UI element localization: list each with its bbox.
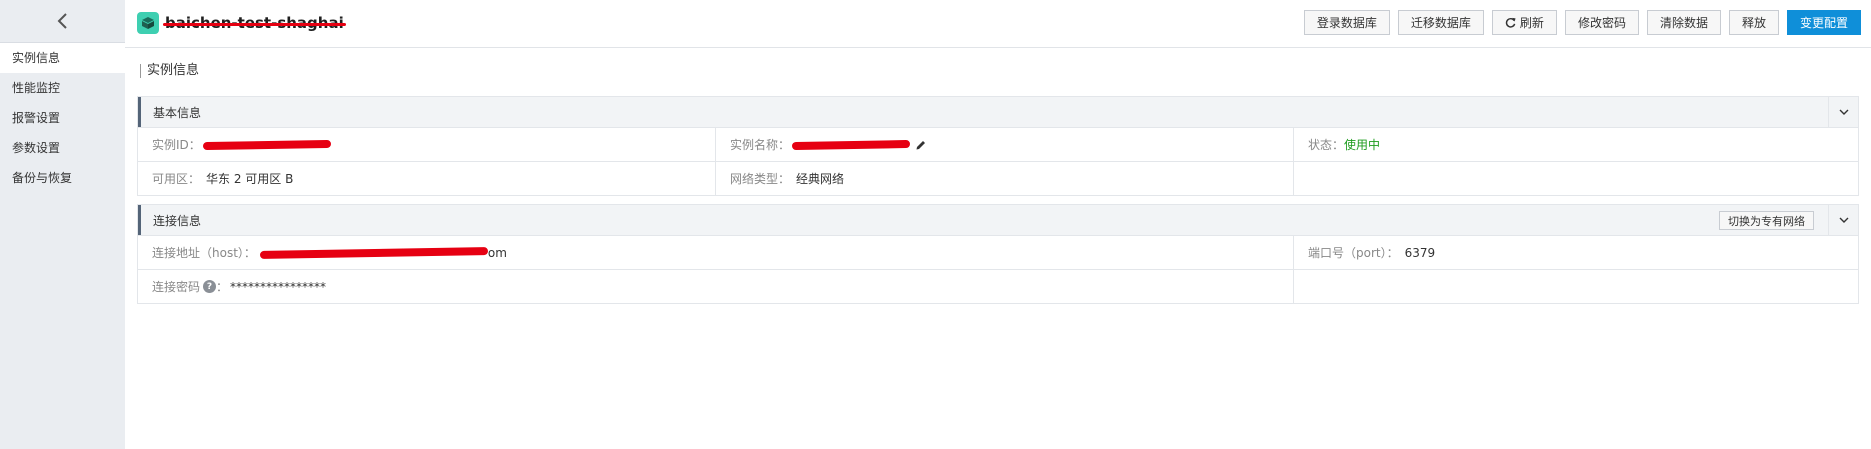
info-row: 可用区： 华东 2 可用区 B 网络类型： 经典网络: [138, 161, 1858, 195]
sidebar-item-instance-info[interactable]: 实例信息: [0, 43, 125, 73]
page-header: baichen-test-shaghai 登录数据库 迁移数据库 刷新 修改密码…: [125, 0, 1871, 48]
chevron-down-icon: [1839, 109, 1848, 115]
zone-cell: 可用区： 华东 2 可用区 B: [138, 162, 716, 195]
migrate-database-button[interactable]: 迁移数据库: [1397, 10, 1484, 35]
password-label: 连接密码: [152, 280, 201, 294]
password-value: ****************: [230, 279, 327, 294]
instance-name-cell: 实例名称：: [716, 128, 1294, 161]
redacted-instance-name: [791, 139, 911, 150]
edit-pencil-icon[interactable]: [915, 139, 927, 151]
port-cell: 端口号（port）： 6379: [1294, 236, 1858, 269]
basic-info-panel-header: 基本信息: [138, 97, 1858, 127]
network-type-cell: 网络类型： 经典网络: [716, 162, 1294, 195]
network-type-value: 经典网络: [796, 172, 845, 186]
connection-info-panel: 连接信息 切换为专有网络 连接地址（host）： om 端口号（port）： 6…: [137, 204, 1859, 304]
toolbar: 登录数据库 迁移数据库 刷新 修改密码 清除数据 释放 变更配置: [1296, 10, 1861, 35]
empty-cell: [1294, 270, 1858, 303]
clear-data-button[interactable]: 清除数据: [1646, 10, 1721, 35]
instance-title-group: baichen-test-shaghai: [137, 12, 346, 34]
panel-title: 基本信息: [153, 105, 202, 120]
sidebar: 实例信息 性能监控 报警设置 参数设置 备份与恢复: [0, 0, 125, 449]
switch-to-vpc-button[interactable]: 切换为专有网络: [1719, 211, 1814, 230]
host-suffix: om: [487, 245, 507, 260]
sidebar-item-alert-settings[interactable]: 报警设置: [0, 103, 125, 133]
change-password-button[interactable]: 修改密码: [1564, 10, 1639, 35]
refresh-button[interactable]: 刷新: [1491, 10, 1557, 35]
sidebar-item-performance-monitor[interactable]: 性能监控: [0, 73, 125, 103]
panel-title: 连接信息: [153, 213, 202, 228]
change-config-button[interactable]: 变更配置: [1786, 10, 1861, 35]
refresh-icon: [1505, 17, 1516, 28]
collapse-button[interactable]: [1828, 205, 1858, 235]
instance-name-label: 实例名称：: [730, 138, 791, 152]
password-colon: ：: [216, 280, 229, 294]
port-label: 端口号（port）：: [1308, 246, 1399, 260]
refresh-label: 刷新: [1519, 16, 1544, 30]
redacted-instance-id: [202, 139, 331, 150]
app-root: 实例信息 性能监控 报警设置 参数设置 备份与恢复 baichen-test-s…: [0, 0, 1871, 449]
empty-cell: [1294, 162, 1858, 195]
info-row: 连接密码 ? ： ****************: [138, 269, 1858, 303]
instance-id-label: 实例ID：: [152, 138, 201, 152]
redacted-host: [259, 246, 488, 259]
status-cell: 状态： 使用中: [1294, 128, 1858, 161]
connection-info-panel-header: 连接信息 切换为专有网络: [138, 205, 1858, 235]
network-type-label: 网络类型：: [730, 172, 791, 186]
database-cube-icon: [137, 12, 159, 34]
release-button[interactable]: 释放: [1728, 10, 1779, 35]
zone-value: 华东 2 可用区 B: [206, 172, 294, 186]
info-row: 实例ID： 实例名称： 状态： 使用中: [138, 127, 1858, 161]
basic-info-panel: 基本信息 实例ID： 实例名称： 状态： 使用中 可用区： 华东 2 可用区 B…: [137, 96, 1859, 196]
port-value: 6379: [1404, 245, 1436, 260]
chevron-down-icon: [1839, 217, 1848, 223]
login-database-button[interactable]: 登录数据库: [1303, 10, 1390, 35]
zone-label: 可用区：: [152, 172, 201, 186]
back-button[interactable]: [0, 0, 125, 43]
main-content: 实例信息 基本信息 实例ID： 实例名称： 状态： 使用中 可用区： 华东 2 …: [125, 48, 1871, 449]
section-title: 实例信息: [140, 64, 1859, 78]
password-cell: 连接密码 ? ： ****************: [138, 270, 1294, 303]
info-row: 连接地址（host）： om 端口号（port）： 6379: [138, 235, 1858, 269]
host-cell: 连接地址（host）： om: [138, 236, 1294, 269]
help-icon[interactable]: ?: [203, 280, 217, 293]
host-label: 连接地址（host）：: [152, 246, 256, 260]
status-value: 使用中: [1344, 138, 1381, 152]
instance-title: baichen-test-shaghai: [163, 14, 346, 32]
status-label: 状态：: [1308, 138, 1345, 152]
chevron-left-icon: [57, 13, 67, 29]
collapse-button[interactable]: [1828, 97, 1858, 127]
instance-id-cell: 实例ID：: [138, 128, 716, 161]
sidebar-item-parameter-settings[interactable]: 参数设置: [0, 133, 125, 163]
sidebar-item-backup-restore[interactable]: 备份与恢复: [0, 163, 125, 193]
